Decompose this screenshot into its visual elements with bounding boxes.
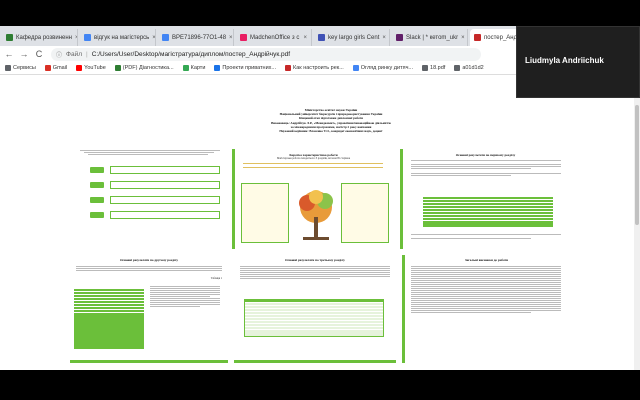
poster-page: Міністерство освіти і науки України Наці… (66, 105, 576, 395)
site-favicon-icon (240, 34, 247, 41)
tree-illustration (299, 190, 333, 240)
tab-title: Slack | * кетоm_ukr (406, 34, 459, 41)
forward-button[interactable]: → (18, 49, 30, 59)
site-favicon-icon (396, 34, 403, 41)
browser-tab[interactable]: Кафедра розвиненн × (2, 29, 78, 46)
address-bar[interactable]: ⓘ Файл | C:/Users/User/Desktop/магістрат… (51, 47, 481, 61)
bookmark-item[interactable]: YouTube (76, 65, 106, 71)
poster-panel-summary: Коротка характеристика роботи Магістерсь… (232, 149, 392, 249)
browser-tab[interactable]: відгук на магістерсь × (80, 29, 156, 46)
close-icon[interactable]: × (75, 35, 77, 41)
poster-panel-conclusions: Загальні висновки до роботи (402, 255, 568, 363)
data-table (423, 197, 553, 227)
table-caption: Таблиця 1 (210, 277, 222, 280)
bookmark-item[interactable]: 18.pdf (422, 65, 445, 71)
tab-title: MadchenOffice з с (250, 34, 300, 41)
gmail-icon (44, 65, 51, 71)
header-line: Науковий керівник: Власенко Т.О., кандид… (279, 129, 383, 134)
poster-panel-chapter3: Основні результати по третьому розділу (234, 255, 396, 363)
panel-title: Основні результати по другому розділу (119, 258, 179, 262)
scrollbar[interactable] (634, 75, 640, 370)
tab-title: ВРЕ71896-77О1-48 (172, 34, 227, 41)
apps-icon (5, 65, 11, 71)
panel-title: Основні результати по першому розділу (455, 153, 516, 157)
site-favicon-icon (318, 34, 325, 41)
video-tile[interactable]: Liudmyla Andriichuk (516, 26, 640, 98)
panel-subtitle: Магістерська робота складається з 3 розд… (277, 157, 350, 160)
bookmark-item[interactable]: a01d1d2 (454, 65, 484, 71)
panel-title: Основні результати по третьому розділу (285, 258, 345, 262)
bookmark-item[interactable]: Как настроить рек... (285, 65, 344, 71)
bookmark-item[interactable]: Проекти приватних... (214, 65, 276, 71)
data-table (244, 299, 384, 337)
close-icon[interactable]: × (382, 35, 386, 41)
site-favicon-icon (352, 65, 359, 71)
browser-tab[interactable]: MadchenOffice з с × (236, 29, 312, 46)
file-icon (422, 65, 429, 71)
divider: | (86, 50, 88, 58)
browser-tab[interactable]: key largo girls Cent × (314, 29, 390, 46)
bottom-bar (0, 370, 640, 400)
poster-panel-intro (74, 149, 224, 249)
tab-title: key largo girls Cent (328, 34, 380, 41)
site-favicon-icon (114, 65, 121, 71)
bookmark-item[interactable]: Огляд ринку дитяч... (352, 65, 413, 71)
bookmark-item[interactable]: Карти (182, 65, 205, 71)
youtube-icon (76, 65, 83, 71)
poster-panel-chapter1: Основні результати по першому розділу (400, 149, 568, 249)
back-button[interactable]: ← (3, 49, 15, 59)
url-path: C:/Users/User/Desktop/магістратура/дипло… (91, 50, 291, 58)
site-favicon-icon (6, 34, 13, 41)
site-favicon-icon (162, 34, 169, 41)
browser-tab[interactable]: ВРЕ71896-77О1-48 × (158, 29, 234, 46)
scrollbar-thumb[interactable] (635, 105, 639, 225)
pdf-icon (474, 34, 481, 41)
participant-name: Liudmyla Andriichuk (525, 56, 604, 65)
tab-title: Кафедра розвиненн (16, 34, 72, 41)
bookmark-item[interactable]: Gmail (44, 65, 67, 71)
site-favicon-icon (84, 34, 91, 41)
pdf-viewer[interactable]: Міністерство освіти і науки України Наці… (0, 75, 640, 395)
site-favicon-icon (214, 65, 221, 71)
tab-title: відгук на магістерсь (94, 34, 150, 41)
site-favicon-icon (285, 65, 291, 71)
maps-icon (182, 65, 189, 71)
file-icon (454, 65, 461, 71)
bookmark-item[interactable]: (PDF) Діагностика... (114, 65, 174, 71)
close-icon[interactable]: × (461, 35, 465, 41)
poster-header: Міністерство освіти і науки України Наці… (216, 108, 446, 133)
close-icon[interactable]: × (303, 35, 307, 41)
reload-button[interactable]: C (33, 49, 45, 59)
bookmark-item[interactable]: Сервисы (5, 65, 36, 71)
close-icon[interactable]: × (152, 35, 155, 41)
data-table (74, 289, 144, 349)
panel-title: Загальні висновки до роботи (464, 258, 509, 262)
browser-tab[interactable]: Slack | * кетоm_ukr × (392, 29, 468, 46)
info-icon: ⓘ (56, 52, 63, 59)
poster-panel-chapter2: Основні результати по другому розділу Та… (70, 255, 228, 363)
close-icon[interactable]: × (229, 35, 233, 41)
url-scheme: Файл (66, 50, 82, 58)
